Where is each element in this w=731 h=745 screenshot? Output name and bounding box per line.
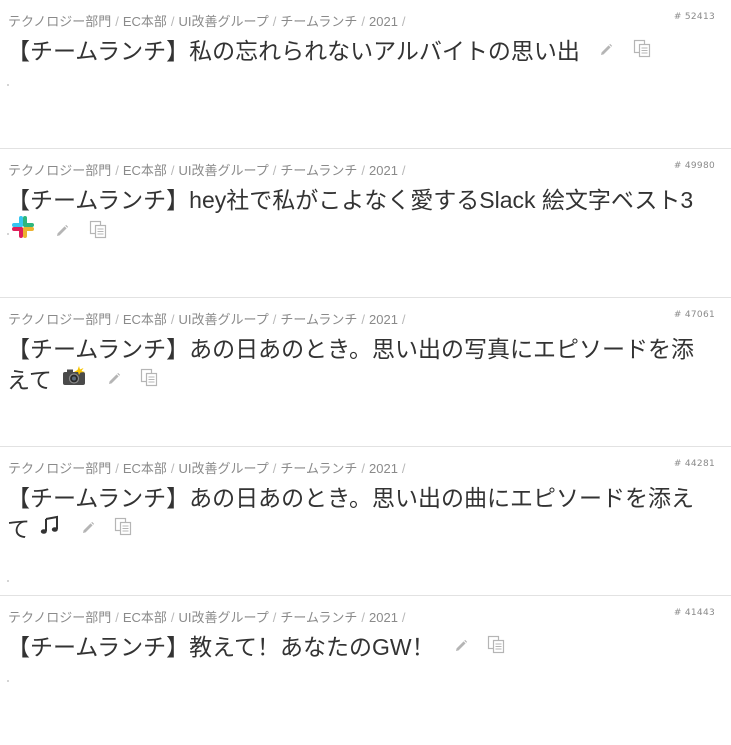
camera-flash-icon [61, 364, 87, 395]
breadcrumb-separator: / [170, 163, 175, 178]
breadcrumb-separator: / [115, 610, 119, 625]
duplicate-icon[interactable] [487, 631, 505, 662]
breadcrumb-item[interactable]: EC本部 [123, 610, 167, 625]
breadcrumb-item[interactable]: 2021 [369, 461, 398, 476]
breadcrumb-separator: / [272, 312, 277, 327]
post-item: テクノロジー部門 / EC本部 / UI改善グループ / チームランチ/2021/ # 41… [0, 596, 731, 745]
breadcrumb-item[interactable]: テクノロジー部門 [8, 312, 111, 327]
breadcrumb-separator: / [115, 14, 119, 29]
breadcrumb-item[interactable]: EC本部 [123, 163, 167, 178]
breadcrumb-separator: / [401, 610, 406, 625]
post-title-line: 【チームランチ】私の忘れられないアルバイトの思い出 [7, 36, 712, 68]
breadcrumb-item[interactable]: EC本部 [123, 312, 167, 327]
breadcrumb-item[interactable]: UI改善グループ [179, 610, 269, 625]
post-title-line: 【チームランチ】教えて！あなたのGW！ [7, 632, 712, 664]
breadcrumb-item[interactable]: チームランチ [280, 14, 357, 29]
post-title-link[interactable]: 【チームランチ】hey社で私がこよなく愛するSlack 絵文字ベスト3 [7, 187, 693, 213]
breadcrumb-item[interactable]: テクノロジー部門 [8, 14, 111, 29]
breadcrumb-separator: / [170, 461, 175, 476]
breadcrumb-separator: / [361, 163, 365, 178]
breadcrumb-item[interactable]: 2021 [369, 163, 398, 178]
edit-pencil-icon[interactable] [598, 35, 614, 66]
breadcrumb-separator: / [361, 14, 365, 29]
breadcrumb-item[interactable]: UI改善グループ [179, 163, 269, 178]
post-id: # 52413 [673, 12, 715, 22]
breadcrumb-separator: / [401, 461, 406, 476]
breadcrumb: テクノロジー部門 / EC本部 / UI改善グループ / チームランチ/2021/ [8, 160, 410, 179]
post-excerpt-dot [7, 84, 9, 86]
breadcrumb: テクノロジー部門 / EC本部 / UI改善グループ / チームランチ/2021/ [8, 309, 410, 328]
post-item: テクノロジー部門 / EC本部 / UI改善グループ / チームランチ/2021/ # 47… [0, 298, 731, 447]
edit-pencil-icon[interactable] [54, 216, 70, 247]
post-title-line: 【チームランチ】あの日あのとき。思い出の曲にエピソードを添えて [7, 483, 712, 546]
post-item: テクノロジー部門 / EC本部 / UI改善グループ / チームランチ/2021/ # 44… [0, 447, 731, 596]
breadcrumb-separator: / [170, 610, 175, 625]
breadcrumb-separator: / [272, 163, 277, 178]
post-title-line: 【チームランチ】あの日あのとき。思い出の写真にエピソードを添えて [7, 334, 712, 397]
edit-pencil-icon[interactable] [80, 513, 96, 544]
post-excerpt-dot [7, 233, 9, 235]
breadcrumb-item[interactable]: テクノロジー部門 [8, 461, 111, 476]
duplicate-icon[interactable] [633, 35, 651, 66]
breadcrumb-item[interactable]: テクノロジー部門 [8, 163, 111, 178]
breadcrumb-separator: / [361, 312, 365, 327]
post-item: テクノロジー部門 / EC本部 / UI改善グループ / チームランチ/2021/ # 49… [0, 149, 731, 298]
breadcrumb-item[interactable]: EC本部 [123, 14, 167, 29]
breadcrumb-separator: / [115, 461, 119, 476]
edit-pencil-icon[interactable] [106, 364, 122, 395]
breadcrumb-item[interactable]: 2021 [369, 610, 398, 625]
breadcrumb-separator: / [401, 163, 406, 178]
breadcrumb-item[interactable]: UI改善グループ [179, 461, 269, 476]
musical-notes-icon [39, 513, 61, 544]
post-id: # 47061 [673, 310, 715, 320]
duplicate-icon[interactable] [89, 216, 107, 247]
post-id: # 49980 [673, 161, 715, 171]
breadcrumb-item[interactable]: チームランチ [280, 163, 357, 178]
breadcrumb: テクノロジー部門 / EC本部 / UI改善グループ / チームランチ/2021/ [8, 607, 410, 626]
post-list: テクノロジー部門 / EC本部 / UI改善グループ / チームランチ/2021/ # 52… [0, 0, 731, 745]
breadcrumb-separator: / [115, 163, 119, 178]
breadcrumb: テクノロジー部門 / EC本部 / UI改善グループ / チームランチ/2021/ [8, 458, 410, 477]
post-title-link[interactable]: 【チームランチ】教えて！あなたのGW！ [7, 634, 435, 660]
breadcrumb-separator: / [170, 312, 175, 327]
breadcrumb-item[interactable]: テクノロジー部門 [8, 610, 111, 625]
post-title-link[interactable]: 【チームランチ】私の忘れられないアルバイトの思い出 [7, 38, 580, 64]
post-title-line: 【チームランチ】hey社で私がこよなく愛するSlack 絵文字ベスト3 [7, 185, 712, 250]
post-item: テクノロジー部門 / EC本部 / UI改善グループ / チームランチ/2021/ # 52… [0, 0, 731, 149]
breadcrumb-separator: / [115, 312, 119, 327]
post-excerpt-dot [7, 580, 9, 582]
breadcrumb-separator: / [272, 461, 277, 476]
breadcrumb-item[interactable]: チームランチ [280, 461, 357, 476]
post-id: # 44281 [673, 459, 715, 469]
breadcrumb-item[interactable]: UI改善グループ [179, 312, 269, 327]
breadcrumb-separator: / [361, 461, 365, 476]
breadcrumb-item[interactable]: チームランチ [280, 610, 357, 625]
duplicate-icon[interactable] [140, 364, 158, 395]
breadcrumb-item[interactable]: 2021 [369, 14, 398, 29]
edit-pencil-icon[interactable] [453, 631, 469, 662]
breadcrumb: テクノロジー部門 / EC本部 / UI改善グループ / チームランチ/2021/ [8, 11, 410, 30]
breadcrumb-item[interactable]: 2021 [369, 312, 398, 327]
breadcrumb-separator: / [401, 312, 406, 327]
post-title-link[interactable]: 【チームランチ】あの日あのとき。思い出の曲にエピソードを添えて [7, 485, 694, 542]
breadcrumb-item[interactable]: チームランチ [280, 312, 357, 327]
breadcrumb-separator: / [361, 610, 365, 625]
post-excerpt-dot [7, 680, 9, 682]
breadcrumb-item[interactable]: UI改善グループ [179, 14, 269, 29]
breadcrumb-separator: / [272, 610, 277, 625]
post-id: # 41443 [673, 608, 715, 618]
breadcrumb-separator: / [170, 14, 175, 29]
duplicate-icon[interactable] [114, 513, 132, 544]
breadcrumb-item[interactable]: EC本部 [123, 461, 167, 476]
breadcrumb-separator: / [401, 14, 406, 29]
breadcrumb-separator: / [272, 14, 277, 29]
slack-logo-icon [10, 214, 36, 248]
